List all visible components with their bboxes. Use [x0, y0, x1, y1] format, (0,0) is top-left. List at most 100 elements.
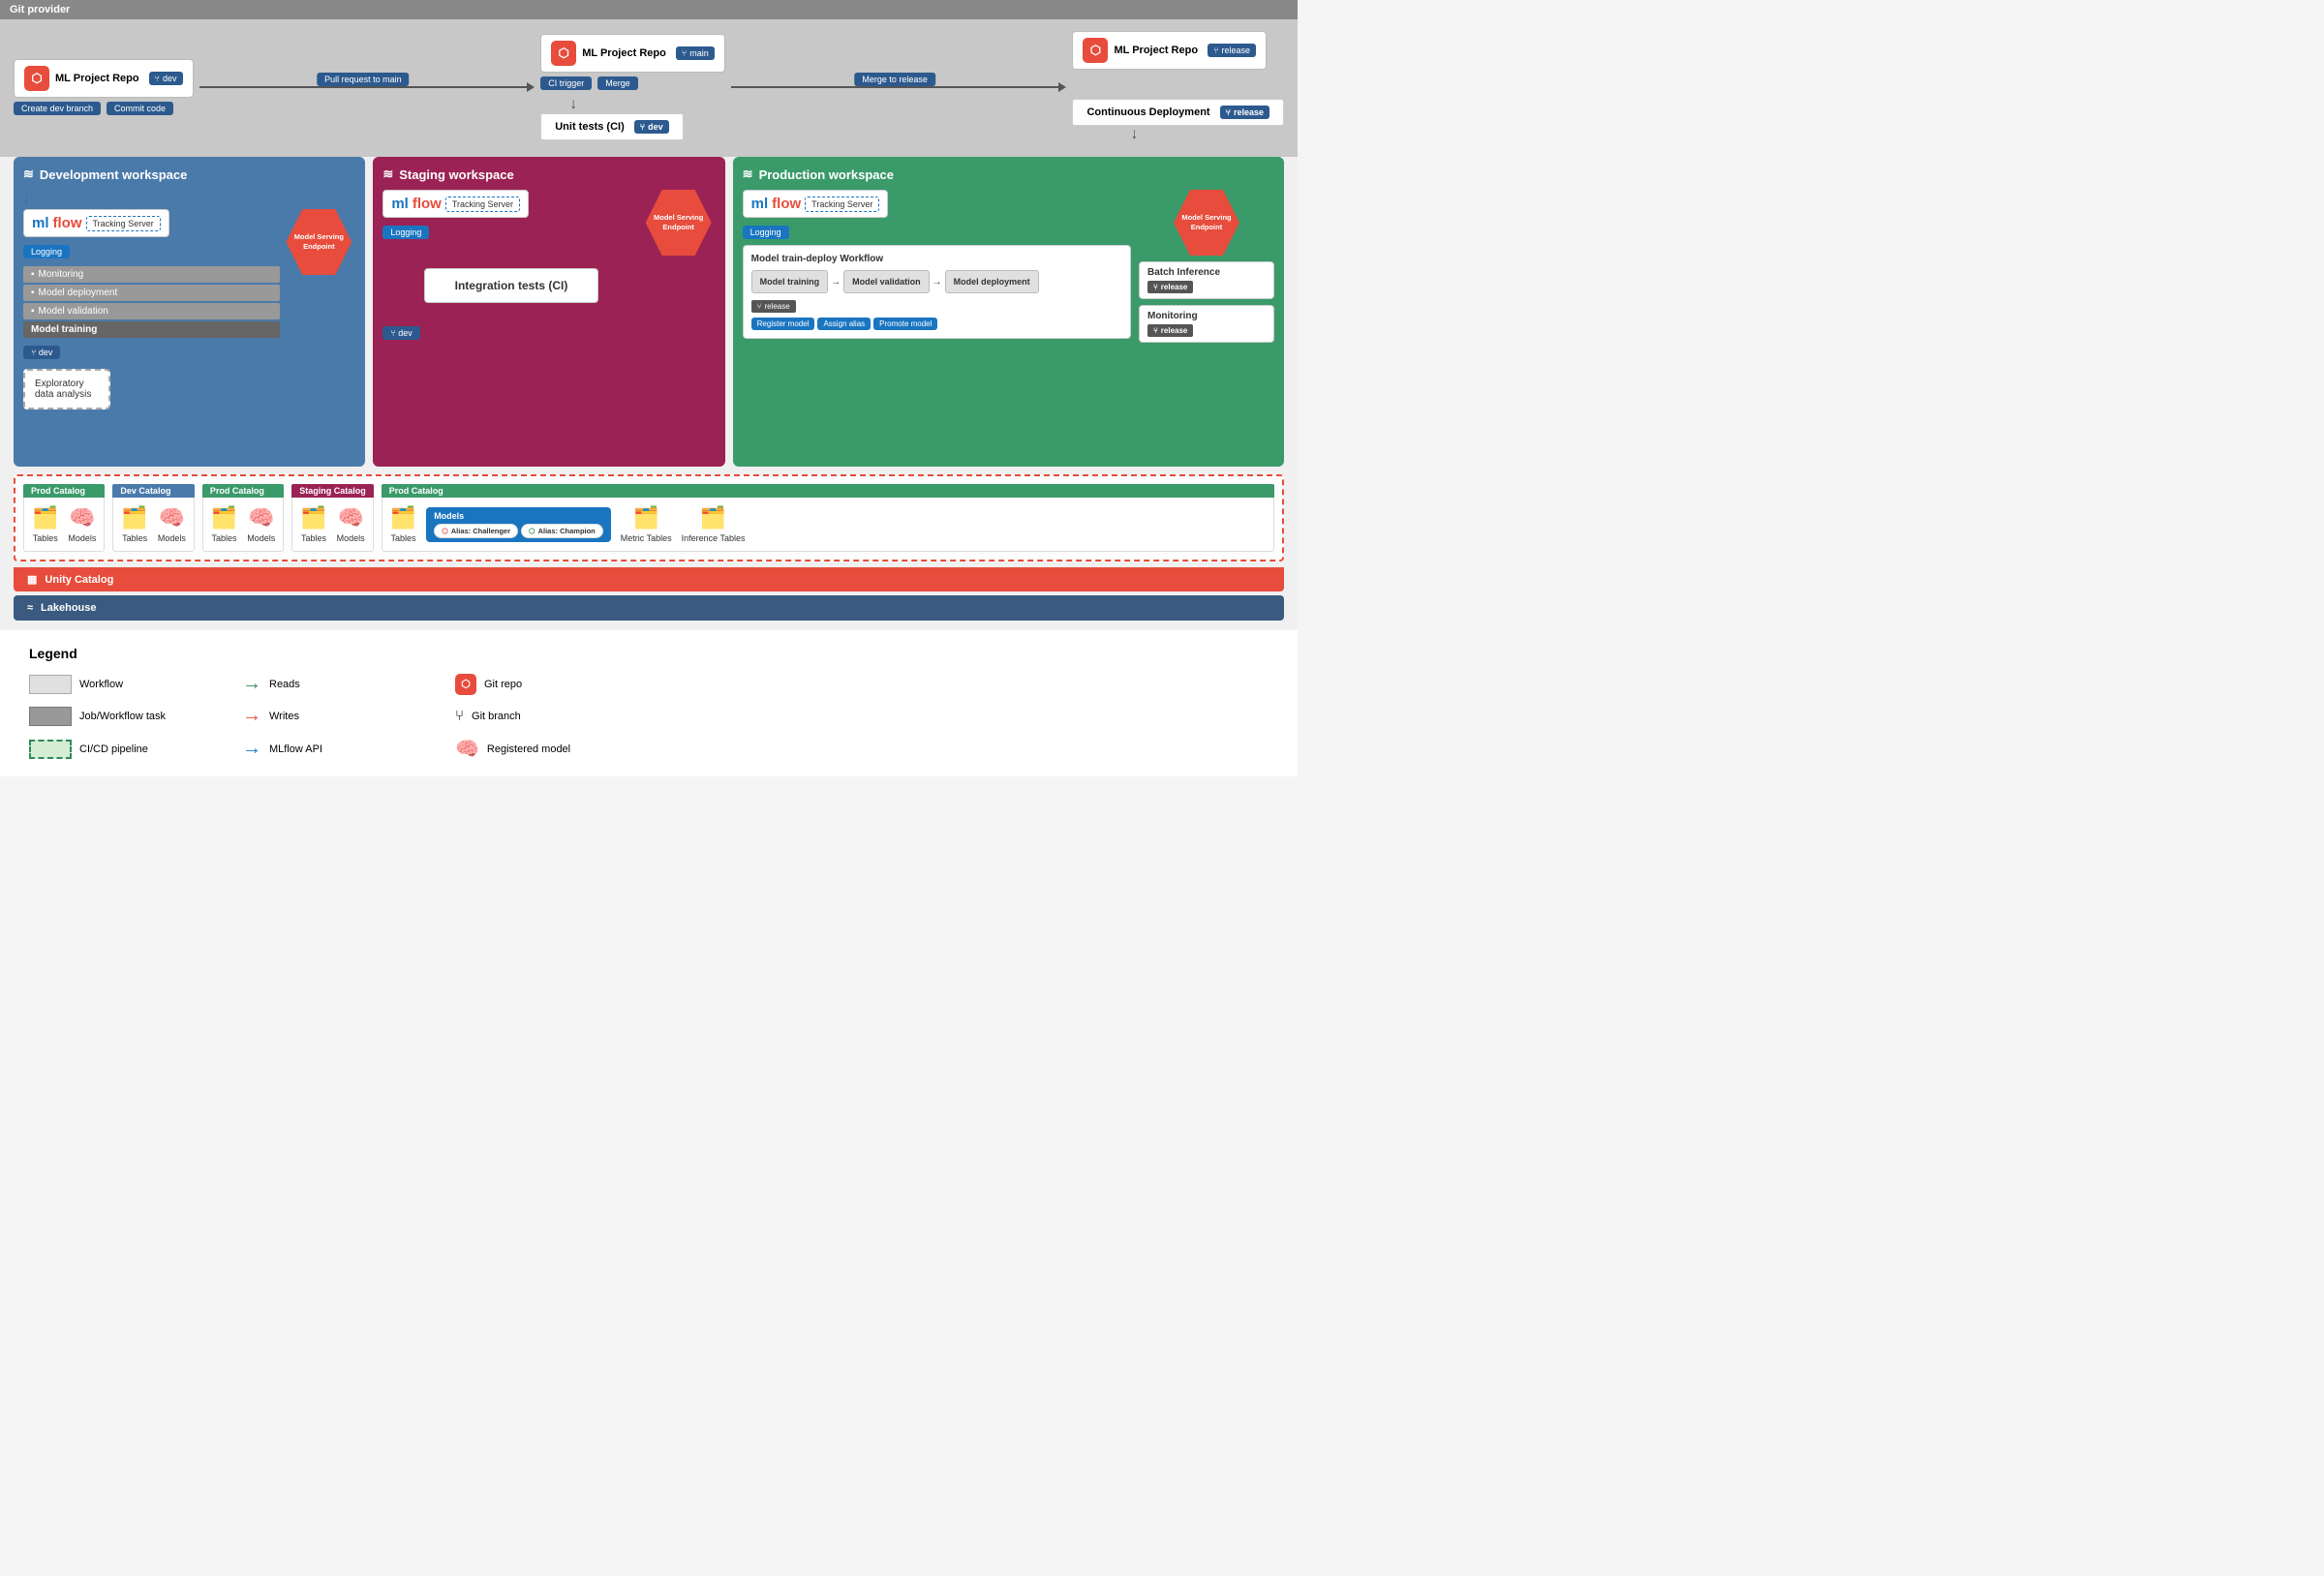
- arrow2-wrapper: Merge to release: [731, 82, 1067, 92]
- monitoring-card: Monitoring ⑂ release: [1139, 305, 1274, 343]
- cat-item-tables-1: 🗂️ Tables: [32, 505, 58, 543]
- ml-logo: ml: [32, 215, 49, 231]
- integration-test-area: Integration tests (CI) ⑂ dev: [382, 268, 639, 340]
- down-arr-ci: ↓: [569, 96, 577, 113]
- unity-catalog-bar: ▦ Unity Catalog: [14, 567, 1284, 591]
- arrow2-line: Merge to release: [731, 86, 1059, 88]
- repo1-sub-labels: Create dev branch Commit code: [14, 102, 173, 115]
- cd-section: Continuous Deployment ⑂ release ↓: [1072, 99, 1284, 143]
- staging-tracking-server: Tracking Server: [445, 197, 520, 212]
- down-arr-cd: ↓: [1130, 126, 1138, 143]
- repo2-row: ⬡ ML Project Repo ⑂ main: [540, 34, 725, 73]
- batch-release-badge: ⑂ release: [1147, 281, 1193, 293]
- cat-body-prod-1: 🗂️ Tables 🧠 Models: [23, 498, 105, 552]
- prod-tracking-server: Tracking Server: [805, 197, 879, 212]
- unit-test-branch: ⑂ dev: [634, 120, 669, 134]
- top-flow-section: ⬡ ML Project Repo ⑂ dev Create dev branc…: [0, 19, 1298, 157]
- cat-group-staging: Staging Catalog 🗂️ Tables 🧠 Models: [291, 484, 374, 552]
- arrow1-label: Pull request to main: [317, 73, 410, 86]
- staging-endpoint-hex: Model Serving Endpoint: [646, 190, 712, 256]
- commit-code-badge: Commit code: [107, 102, 173, 115]
- legend-writes: → Writes: [242, 705, 436, 727]
- model-validation-task: ▪ Model validation: [23, 303, 280, 319]
- promote-model-btn: Promote model: [873, 318, 937, 330]
- integration-test-box: Integration tests (CI): [424, 268, 598, 303]
- cat-item-tables-staging-prod: 🗂️ Tables: [211, 505, 237, 543]
- legend-mlflow-api: → MLflow API: [242, 737, 436, 761]
- repo3-group: ⬡ ML Project Repo ⑂ release Continuous D…: [1072, 31, 1284, 143]
- prod-logging: Logging: [743, 222, 1131, 239]
- dev-task-row: ▪ Monitoring ▪ Model deployment ▪ Model …: [23, 266, 280, 338]
- workflow-steps-row: Model training → Model validation → Mode…: [751, 270, 1122, 293]
- unit-test-box: Unit tests (CI) ⑂ dev: [540, 113, 683, 140]
- dev-down-arrow: ↓: [23, 190, 355, 205]
- arrow1-wrapper: Pull request to main: [199, 82, 535, 92]
- repo2-group: ⬡ ML Project Repo ⑂ main CI trigger Merg…: [540, 34, 725, 140]
- git-icon-2: ⬡: [551, 41, 576, 66]
- staging-endpoint-col: Model Serving Endpoint: [646, 190, 716, 340]
- git-provider-bar: Git provider: [0, 0, 1298, 19]
- dev-branch-row: ⑂ dev: [23, 342, 280, 359]
- legend-workflow: Workflow: [29, 673, 223, 695]
- repo2-card: ⬡ ML Project Repo ⑂ main: [540, 34, 725, 73]
- git-icon-3: ⬡: [1083, 38, 1108, 63]
- eda-box: Exploratory data analysis: [23, 369, 110, 409]
- legend-git-repo-icon: ⬡: [455, 674, 476, 695]
- arrow2-tip: [1058, 82, 1066, 92]
- cat-item-metric-tables: 🗂️ Metric Tables: [621, 505, 672, 543]
- git-provider-label: Git provider: [10, 4, 70, 15]
- dev-inner: mlflow Tracking Server Logging ▪ Monitor…: [23, 209, 355, 409]
- repo2-branch: ⑂ main: [676, 46, 715, 60]
- repo1-name: ML Project Repo: [55, 73, 139, 84]
- ci-trigger-badge: CI trigger: [540, 76, 592, 90]
- repos-row: ⬡ ML Project Repo ⑂ dev Create dev branc…: [14, 31, 1284, 143]
- repo1-branch: ⑂ dev: [149, 72, 183, 85]
- step-arr-1: →: [831, 277, 841, 288]
- cat-hdr-prod-1: Prod Catalog: [23, 484, 105, 498]
- staging-inner: mlflow Tracking Server Logging Integrati…: [382, 190, 715, 340]
- staging-workspace: ≋ Staging workspace mlflow Tracking Serv…: [373, 157, 724, 467]
- step-model-deployment: Model deployment: [945, 270, 1039, 293]
- repo3-branch: ⑂ release: [1208, 44, 1256, 57]
- workspace-area: ≋ Development workspace ↓ mlflow Trackin…: [0, 157, 1298, 474]
- cat-hdr-prod-2: Prod Catalog: [202, 484, 284, 498]
- model-training-task: Model training: [23, 321, 280, 338]
- cat-item-tables-dev: 🗂️ Tables: [121, 505, 147, 543]
- unit-test-section: ↓ Unit tests (CI) ⑂ dev: [540, 96, 683, 140]
- cat-item-models-1: 🧠 Models: [68, 505, 96, 543]
- dev-left-col: mlflow Tracking Server Logging ▪ Monitor…: [23, 209, 280, 409]
- git-icon-1: ⬡: [24, 66, 49, 91]
- legend-job-task-box: [29, 707, 72, 726]
- cat-hdr-staging: Staging Catalog: [291, 484, 374, 498]
- cat-body-staging: 🗂️ Tables 🧠 Models: [291, 498, 374, 552]
- legend-workflow-box: [29, 675, 72, 694]
- legend-git-branch-icon: ⑂: [455, 708, 464, 724]
- legend-model-icon: 🧠: [455, 737, 479, 761]
- prod-mlflow-box: mlflow Tracking Server: [743, 190, 889, 218]
- arrow2-label: Merge to release: [854, 73, 935, 86]
- prod-logging-badge: Logging: [743, 226, 789, 239]
- prod-endpoint-hex: Model Serving Endpoint: [1174, 190, 1239, 256]
- prod-workflow-title: Model train-deploy Workflow: [751, 254, 1122, 264]
- staging-logging: Logging: [382, 222, 639, 239]
- legend-wrapper: Legend Workflow → Reads ⬡ Git repo Job/W…: [0, 630, 1298, 776]
- legend-title: Legend: [29, 646, 1269, 661]
- prod-right-col: Model Serving Endpoint Batch Inference ⑂…: [1139, 190, 1274, 343]
- staging-branch-row: ⑂ dev: [382, 322, 639, 340]
- assign-alias-btn: Assign alias: [817, 318, 871, 330]
- repo3-name: ML Project Repo: [1114, 45, 1198, 56]
- arrow1-line: Pull request to main: [199, 86, 528, 88]
- lakehouse-bar: ≈ Lakehouse: [14, 595, 1284, 621]
- monitoring-task: ▪ Monitoring: [23, 266, 280, 283]
- create-dev-badge: Create dev branch: [14, 102, 101, 115]
- legend-registered-model: 🧠 Registered model: [455, 737, 649, 761]
- cat-group-dev: Dev Catalog 🗂️ Tables 🧠 Models: [112, 484, 194, 552]
- cat-item-models-dev: 🧠 Models: [158, 505, 186, 543]
- repo1-card: ⬡ ML Project Repo ⑂ dev: [14, 59, 194, 98]
- prod-release-badge: ⑂ release: [751, 300, 796, 313]
- dev-branch-badge: ⑂ dev: [23, 346, 60, 359]
- prod-inner: mlflow Tracking Server Logging Model tra…: [743, 190, 1274, 343]
- repo3-card: ⬡ ML Project Repo ⑂ release: [1072, 31, 1267, 70]
- cd-box: Continuous Deployment ⑂ release: [1072, 99, 1284, 126]
- cd-branch: ⑂ release: [1220, 106, 1269, 119]
